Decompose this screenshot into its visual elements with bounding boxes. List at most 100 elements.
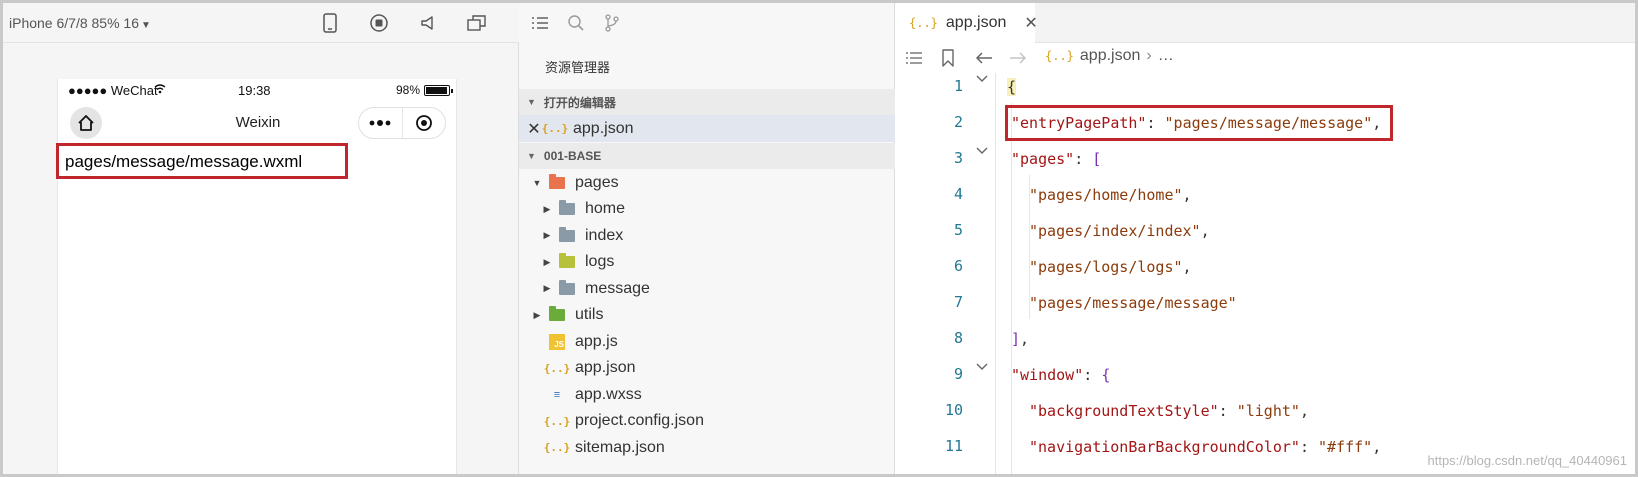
open-editor-item[interactable]: ✕ {..} app.json xyxy=(519,115,895,142)
tree-item-label: utils xyxy=(575,306,604,323)
phone-screen: ●●●●● WeChat 19:38 98% Weixin pages/mess… xyxy=(56,79,458,474)
line-number: 9 xyxy=(953,365,963,383)
folder-icon xyxy=(547,306,567,324)
folder-icon xyxy=(557,279,577,298)
project-label: 001-BASE xyxy=(543,149,602,163)
line-number: 6 xyxy=(953,257,963,275)
detach-window-icon[interactable] xyxy=(466,12,488,34)
chevron-right-icon: ▶ xyxy=(543,230,551,240)
fold-chevron-icon[interactable] xyxy=(975,143,989,157)
tree-item-app-wxss[interactable]: ≡ app.wxss xyxy=(519,381,895,408)
tree-item-logs[interactable]: ▶ logs xyxy=(519,249,895,276)
search-icon[interactable] xyxy=(565,12,587,34)
tree-item-label: home xyxy=(585,200,626,217)
tree-item-label: index xyxy=(585,226,624,244)
fold-chevron-icon[interactable] xyxy=(975,71,989,85)
bookmark-icon[interactable] xyxy=(937,47,959,69)
code-line-3: "pages": [ xyxy=(1011,150,1102,168)
line-number: 2 xyxy=(953,113,963,131)
tree-item-label: app.json xyxy=(575,359,636,376)
forward-arrow-icon[interactable] xyxy=(1007,47,1029,69)
tree-item-index[interactable]: ▶ index xyxy=(519,222,895,249)
tree-item-label: app.js xyxy=(575,332,618,350)
tree-item-label: pages xyxy=(575,173,619,191)
screenshot-frame: iPhone 6/7/8 85% 16 ▼ ●●●●● WeChat 19:38… xyxy=(0,0,1638,477)
line-number: 3 xyxy=(953,149,963,167)
tree-item-label: logs xyxy=(585,253,615,270)
css-file-icon: ≡ xyxy=(553,388,561,401)
tab-app-json[interactable]: {..} app.json ✕ xyxy=(895,3,1038,43)
chevron-down-icon: ▼ xyxy=(527,97,536,107)
line-number: 8 xyxy=(953,329,963,347)
project-section[interactable]: ▼ 001-BASE xyxy=(519,143,895,169)
folder-icon xyxy=(557,226,577,245)
speaker-icon[interactable] xyxy=(417,12,439,34)
folder-icon xyxy=(557,253,577,271)
explorer-toolbar xyxy=(519,3,895,43)
tree-item-label: sitemap.json xyxy=(575,438,665,456)
status-battery: 98% xyxy=(395,83,453,97)
json-file-icon: {..} xyxy=(543,361,571,375)
breadcrumb-file[interactable]: app.json xyxy=(1080,47,1141,65)
code-line-9: "window": { xyxy=(1011,366,1111,384)
editor-tabbar: {..} app.json ✕ xyxy=(895,3,1635,43)
battery-icon xyxy=(424,84,453,96)
code-line-8: ], xyxy=(1011,330,1030,348)
tree-item-pages[interactable]: ▼ pages xyxy=(519,169,895,196)
open-editors-label: 打开的编辑器 xyxy=(543,95,616,110)
code-line-4: "pages/home/home", xyxy=(1029,186,1192,204)
page-content-text: pages/message/message.wxml xyxy=(56,143,348,179)
line-number: 7 xyxy=(953,293,963,311)
close-icon[interactable]: ✕ xyxy=(1024,13,1037,33)
target-icon xyxy=(416,115,432,131)
chevron-down-icon: ▼ xyxy=(527,151,536,161)
tree-item-app-json[interactable]: {..} app.json xyxy=(519,355,895,382)
tree-item-label: app.wxss xyxy=(575,385,642,403)
editor-breadcrumb-bar: {..} app.json › … xyxy=(895,43,1635,73)
code-line-10: "backgroundTextStyle": "light", xyxy=(1029,402,1309,420)
line-number: 5 xyxy=(953,221,963,239)
device-select[interactable]: iPhone 6/7/8 85% 16 ▼ xyxy=(9,15,151,31)
more-button[interactable] xyxy=(359,108,402,138)
close-miniprogram-button[interactable] xyxy=(401,108,445,138)
wifi-icon xyxy=(154,84,166,97)
editor-panel: {..} app.json ✕ {..} app.json › … 1 2 3 … xyxy=(895,3,1635,474)
folder-icon xyxy=(557,200,577,218)
fold-chevron-icon[interactable] xyxy=(975,359,989,373)
device-select-label: iPhone 6/7/8 85% 16 xyxy=(9,15,139,31)
tree-item-home[interactable]: ▶ home xyxy=(519,196,895,223)
code-line-11: "navigationBarBackgroundColor": "#fff", xyxy=(1029,438,1382,456)
record-icon[interactable] xyxy=(368,12,390,34)
breadcrumb-more[interactable]: … xyxy=(1158,47,1174,65)
status-bar: ●●●●● WeChat 19:38 98% xyxy=(58,79,458,101)
tab-label: app.json xyxy=(945,14,1007,31)
tree-item-message[interactable]: ▶ message xyxy=(519,275,895,302)
json-file-icon: {..} xyxy=(541,122,569,135)
battery-percent: 98% xyxy=(395,83,420,97)
json-file-icon: {..} xyxy=(543,414,571,428)
line-number: 4 xyxy=(953,185,963,203)
highlight-box xyxy=(1005,105,1393,141)
gutter-divider xyxy=(995,73,996,474)
outline-icon[interactable] xyxy=(903,47,925,69)
open-editor-filename: app.json xyxy=(573,119,634,137)
back-arrow-icon[interactable] xyxy=(973,47,995,69)
json-file-icon: {..} xyxy=(543,441,571,454)
source-control-icon[interactable] xyxy=(601,12,623,34)
tree-item-sitemap-json[interactable]: {..} sitemap.json xyxy=(519,434,895,461)
open-editors-section[interactable]: ▼ 打开的编辑器 xyxy=(519,89,895,115)
list-icon[interactable] xyxy=(529,12,551,34)
line-number: 10 xyxy=(944,401,963,419)
simulator-panel: iPhone 6/7/8 85% 16 ▼ ●●●●● WeChat 19:38… xyxy=(3,3,519,474)
tree-item-project-config-json[interactable]: {..} project.config.json xyxy=(519,408,895,435)
tree-item-app-js[interactable]: JS app.js xyxy=(519,328,895,355)
line-number: 11 xyxy=(944,437,963,455)
phone-icon[interactable] xyxy=(319,12,341,34)
tree-item-utils[interactable]: ▶ utils xyxy=(519,302,895,329)
json-file-icon: {..} xyxy=(909,16,938,30)
simulator-toolbar: iPhone 6/7/8 85% 16 ▼ xyxy=(3,3,519,43)
watermark: https://blog.csdn.net/qq_40440961 xyxy=(1427,453,1628,468)
code-line-6: "pages/logs/logs", xyxy=(1029,258,1192,276)
json-file-icon: {..} xyxy=(1045,49,1074,63)
folder-icon xyxy=(547,173,567,192)
